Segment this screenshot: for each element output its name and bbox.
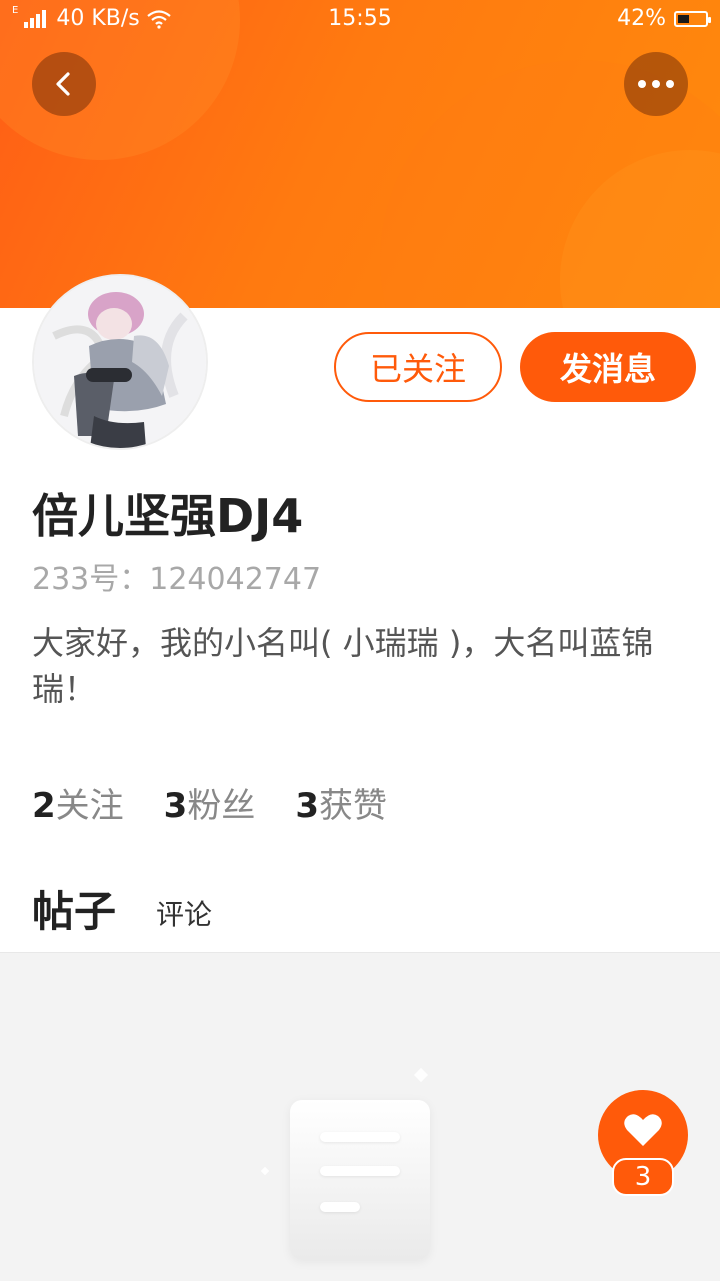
- stat-count: 3: [163, 786, 188, 826]
- empty-document-icon: [290, 1100, 430, 1260]
- profile-stats: 2关注 3粉丝 3获赞: [32, 778, 387, 827]
- more-button[interactable]: [624, 52, 688, 116]
- avatar[interactable]: [34, 276, 206, 448]
- like-count-badge: 3: [612, 1158, 674, 1196]
- stat-label: 粉丝: [187, 786, 256, 826]
- stat-followers[interactable]: 3粉丝: [164, 778, 256, 827]
- stat-label: 获赞: [319, 786, 388, 826]
- tab-posts[interactable]: 帖子: [32, 878, 117, 961]
- stat-count: 3: [295, 786, 320, 826]
- clock: 15:55: [328, 6, 392, 31]
- stat-following[interactable]: 2关注: [32, 778, 124, 827]
- user-id: 233号：124042747: [32, 562, 322, 597]
- profile-banner: [0, 0, 720, 308]
- stat-likes[interactable]: 3获赞: [295, 778, 387, 827]
- bio-text: 大家好，我的小名叫( 小瑞瑞 )，大名叫蓝锦瑞！: [32, 624, 654, 708]
- more-dots-icon: [638, 80, 674, 88]
- stat-count: 2: [32, 786, 56, 826]
- chevron-left-icon: [56, 72, 70, 96]
- content-tabs: 帖子 评论: [32, 878, 212, 961]
- send-message-button[interactable]: 发消息: [520, 332, 696, 402]
- heart-icon: [624, 1114, 662, 1146]
- status-bar: E 40 KB/s 15:55 42%: [0, 0, 720, 38]
- back-button[interactable]: [32, 52, 96, 116]
- username: 倍儿坚强DJ4: [32, 489, 304, 543]
- following-button[interactable]: 已关注: [334, 332, 502, 402]
- tab-label: 帖子: [32, 887, 117, 936]
- tab-comments[interactable]: 评论: [156, 893, 212, 939]
- battery-icon: [674, 10, 711, 27]
- stat-label: 关注: [55, 786, 124, 826]
- battery-percent: 42%: [617, 6, 666, 31]
